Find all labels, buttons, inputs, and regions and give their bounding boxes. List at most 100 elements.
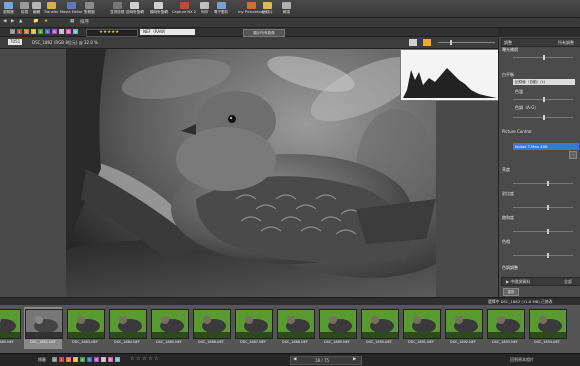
thumbnail-filename: DSC_1886.NEF: [198, 340, 224, 344]
label-filter-2[interactable]: 2: [24, 29, 29, 34]
info-toggle-icon[interactable]: [423, 39, 431, 46]
label-filter-4[interactable]: 4: [38, 29, 43, 34]
next-page-button[interactable]: ▶: [353, 357, 356, 362]
label-filter-1[interactable]: 1: [17, 29, 22, 34]
bottom-rating-stars[interactable]: ☆ ☆ ☆ ☆ ☆: [130, 356, 159, 362]
bottom-label-4[interactable]: 4: [80, 357, 85, 362]
all-button[interactable]: 全部: [564, 279, 572, 285]
toolbar-button-14[interactable]: 轉換: [282, 1, 291, 16]
exposure-label: 曝光補償: [502, 47, 518, 52]
toolbar-button-2[interactable]: 編輯: [32, 1, 41, 16]
picture-control-label: Picture Control: [502, 129, 532, 134]
label-filter-7[interactable]: 7: [59, 29, 64, 34]
picture-control-select[interactable]: Kodak T-Max 400: [513, 143, 579, 150]
picture-control-dropdown-icon[interactable]: [569, 151, 577, 159]
back-button[interactable]: ◀: [3, 19, 6, 24]
file-type-select[interactable]: NEF（RAW）: [140, 29, 195, 35]
bottom-label-2[interactable]: 2: [66, 357, 71, 362]
contrast-slider[interactable]: [513, 205, 573, 210]
thumbnail-filename: DSC_1883.NEF: [72, 340, 98, 344]
brightness-slider[interactable]: [513, 181, 573, 186]
show-all-button[interactable]: 顯示所有影像: [243, 29, 285, 37]
thumbnail-filename: DSC_1882.NEF: [30, 340, 56, 344]
toolbar-button-9[interactable]: Capture NX 2: [172, 1, 196, 16]
tint-slider[interactable]: [513, 115, 573, 120]
toolbar-button-3[interactable]: Transfer: [44, 1, 58, 16]
contrast-label: 對比度: [502, 191, 514, 196]
bottom-label-5[interactable]: 5: [87, 357, 92, 362]
image-viewer[interactable]: [0, 49, 500, 297]
label-filter-8[interactable]: 8: [66, 29, 71, 34]
label-filter-5[interactable]: 5: [45, 29, 50, 34]
bottom-label-6[interactable]: 6: [94, 357, 99, 362]
toolbar-button-10[interactable]: 列印: [200, 1, 209, 16]
filmstrip-thumbnail[interactable]: DSC_1892.NEF: [444, 307, 483, 349]
toolbar-button-11[interactable]: 電子郵件: [214, 1, 228, 16]
filmstrip-thumbnail[interactable]: DSC_1886.NEF: [192, 307, 231, 349]
page-navigator[interactable]: ◀ 18 / 75 ▶: [290, 356, 362, 365]
revert-photo-button[interactable]: 回到原本相片: [510, 357, 534, 363]
zoom-slider-knob[interactable]: [450, 40, 452, 45]
bottom-label-7[interactable]: 7: [101, 357, 106, 362]
bottom-label-0[interactable]: 0: [52, 357, 57, 362]
midtone-label: ▶ 中間調資料: [506, 279, 531, 284]
folder-icon[interactable]: 📁: [33, 19, 39, 24]
reset-button[interactable]: 重設: [503, 288, 519, 296]
midtone-section-header[interactable]: ▶ 中間調資料 全部: [501, 277, 580, 286]
forward-button[interactable]: ▶: [11, 19, 14, 24]
toolbar-button-7[interactable]: 逆時針旋轉: [126, 1, 144, 16]
toolbar-button-8[interactable]: 順時針旋轉: [150, 1, 168, 16]
filmstrip-thumbnail[interactable]: DSC_1891.NEF: [402, 307, 441, 349]
favorite-star-icon[interactable]: ★: [44, 19, 48, 24]
toolbar-button-13[interactable]: 記錄片: [262, 1, 273, 16]
filmstrip-thumbnail[interactable]: DSC_1894.NEF: [528, 307, 567, 349]
bottom-label-1[interactable]: 1: [59, 357, 64, 362]
zoom-slider[interactable]: [438, 42, 495, 43]
view-mode-icon[interactable]: ▦: [70, 19, 74, 24]
bottom-label-8[interactable]: 8: [108, 357, 113, 362]
filmstrip-thumbnail[interactable]: DSC_1884.NEF: [108, 307, 147, 349]
filmstrip-thumbnail[interactable]: DSC_1880.NEF: [0, 307, 21, 349]
saturation-slider[interactable]: [513, 229, 573, 234]
toolbar-button-1[interactable]: 檢視: [20, 1, 29, 16]
tab-all-adjustments[interactable]: 所有調整: [558, 40, 574, 46]
exposure-slider[interactable]: [513, 55, 573, 60]
hue-label: 色相: [502, 239, 510, 244]
label-filter-6[interactable]: 6: [52, 29, 57, 34]
thumbnail-image: [67, 309, 105, 339]
up-button[interactable]: ▲: [19, 19, 22, 24]
tab-adjust[interactable]: 調整: [504, 40, 512, 46]
filmstrip-thumbnail[interactable]: DSC_1890.NEF: [360, 307, 399, 349]
hue-slider[interactable]: [513, 253, 573, 258]
filmstrip-thumbnail[interactable]: DSC_1887.NEF: [234, 307, 273, 349]
bottom-label-3[interactable]: 3: [73, 357, 78, 362]
toolbar-button-label: 記錄片: [262, 10, 273, 14]
histogram-toggle-icon[interactable]: [409, 39, 417, 46]
toolbar-button-4[interactable]: Movie Editor: [60, 1, 82, 16]
toolbar-button-0[interactable]: 瀏覽器: [3, 1, 14, 16]
filmstrip-thumbnail[interactable]: DSC_1882.NEF: [24, 307, 63, 349]
bottom-label-9[interactable]: 9: [115, 357, 120, 362]
filmstrip-thumbnail[interactable]: DSC_1885.NEF: [150, 307, 189, 349]
label-filter-3[interactable]: 3: [31, 29, 36, 34]
toolbar-button-label: 檢視: [20, 10, 29, 14]
prev-page-button[interactable]: ◀: [293, 357, 296, 362]
filmstrip-thumbnail[interactable]: DSC_1889.NEF: [318, 307, 357, 349]
label-filter-9[interactable]: 9: [73, 29, 78, 34]
sort-label[interactable]: 排序: [80, 19, 89, 25]
white-balance-select[interactable]: 記錄值（自動）(1): [513, 79, 575, 85]
filmstrip-thumbnail[interactable]: DSC_1893.NEF: [486, 307, 525, 349]
rating-filter[interactable]: ★★★★★: [86, 29, 138, 37]
tint-label: 色調（A-G）: [515, 105, 539, 110]
thumbnail-filename: DSC_1880.NEF: [0, 340, 14, 344]
color-temp-slider[interactable]: [513, 97, 573, 102]
filmstrip[interactable]: DSC_1880.NEF DSC_1882.NEF DSC_1883.NEF DSC_…: [0, 305, 580, 353]
filmstrip-thumbnail[interactable]: DSC_1883.NEF: [66, 307, 105, 349]
navigation-bar: ◀ ▶ ▲ 📁 ★ ▦ 排序: [0, 18, 580, 28]
filmstrip-thumbnail[interactable]: DSC_1888.NEF: [276, 307, 315, 349]
toolbar-button-6[interactable]: 並排檢視: [110, 1, 124, 16]
toolbar-icon: [179, 2, 189, 9]
label-filter-0[interactable]: 0: [10, 29, 15, 34]
thumbnail-image: [487, 309, 525, 339]
toolbar-button-5[interactable]: 對照圖: [84, 1, 95, 16]
